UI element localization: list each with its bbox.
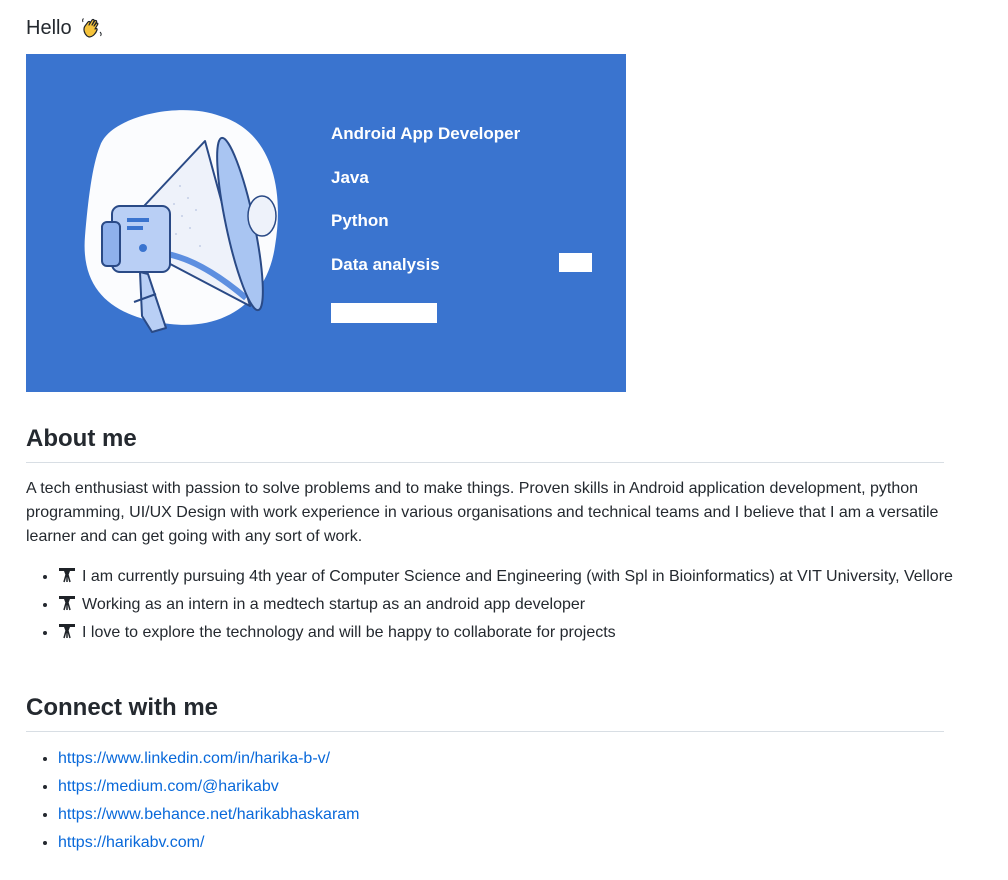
list-item-text: I love to explore the technology and wil… <box>82 624 616 641</box>
list-item: Working as an intern in a medtech startu… <box>58 593 958 617</box>
greeting-heading: Hello <box>26 12 104 44</box>
connect-links-list: https://www.linkedin.com/in/harika-b-v/ … <box>26 747 958 859</box>
connect-heading: Connect with me <box>26 693 944 732</box>
skills-list: Android App Developer Java Python Data a… <box>331 122 520 296</box>
list-item: https://www.linkedin.com/in/harika-b-v/ <box>58 747 958 771</box>
telescope-icon <box>59 568 75 583</box>
greeting-text: Hello <box>26 17 72 39</box>
skill-item: Android App Developer <box>331 124 521 143</box>
about-list: I am currently pursuing 4th year of Comp… <box>26 565 958 649</box>
list-item: https://harikabv.com/ <box>58 831 958 855</box>
list-item-text: I am currently pursuing 4th year of Comp… <box>82 568 953 585</box>
readme-page: Hello Android App Developer Java Python … <box>0 0 1008 880</box>
hero-banner: Android App Developer Java Python Data a… <box>26 54 626 392</box>
waving-hand-icon <box>81 18 102 38</box>
list-item-text: Working as an intern in a medtech startu… <box>82 596 586 613</box>
megaphone-icon <box>84 110 278 333</box>
banner-decoration-bar <box>331 303 437 323</box>
website-link[interactable]: https://harikabv.com/ <box>58 834 204 851</box>
about-paragraph: A tech enthusiast with passion to solve … <box>26 480 939 545</box>
list-item: I love to explore the technology and wil… <box>58 621 958 645</box>
telescope-icon <box>59 596 75 611</box>
medium-link[interactable]: https://medium.com/@harikabv <box>58 778 279 795</box>
skill-item: Data analysis <box>331 254 440 274</box>
about-heading: About me <box>26 424 944 463</box>
list-item: https://www.behance.net/harikabhaskaram <box>58 803 958 827</box>
skill-item: Java <box>331 167 369 187</box>
behance-link[interactable]: https://www.behance.net/harikabhaskaram <box>58 806 360 823</box>
banner-decoration-block <box>559 253 592 272</box>
list-item: I am currently pursuing 4th year of Comp… <box>58 565 958 589</box>
linkedin-link[interactable]: https://www.linkedin.com/in/harika-b-v/ <box>58 750 330 767</box>
skill-item: Python <box>331 211 389 230</box>
telescope-icon <box>59 624 75 639</box>
list-item: https://medium.com/@harikabv <box>58 775 958 799</box>
